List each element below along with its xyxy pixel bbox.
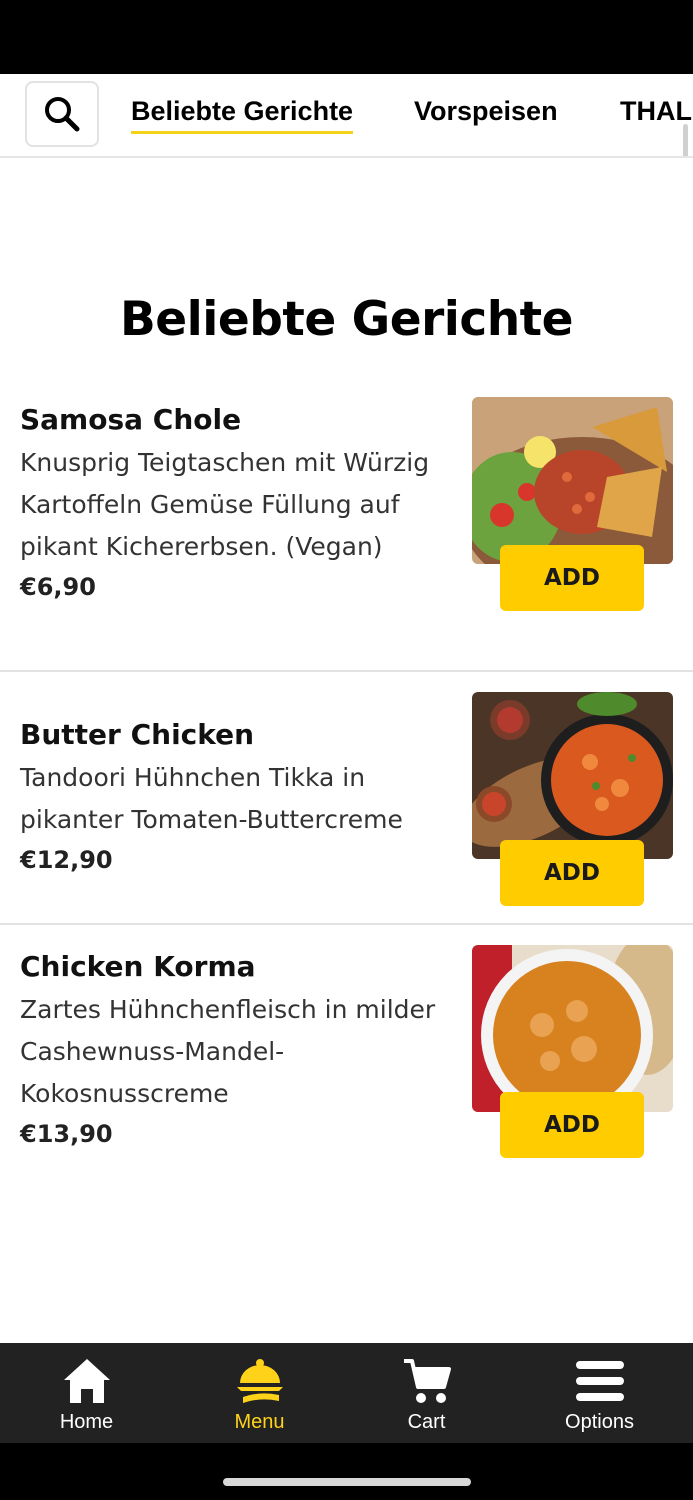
home-icon — [61, 1355, 113, 1407]
dish-image-butter-chicken — [472, 692, 673, 859]
bottom-navigation: Home Menu Cart Options — [0, 1343, 693, 1443]
item-description: Tandoori Hühnchen Tikka in pikanter Toma… — [20, 763, 403, 834]
menu-item-chicken-korma[interactable]: Chicken Korma Zartes Hühnchenfleisch in … — [0, 925, 693, 1185]
hamburger-icon — [574, 1355, 626, 1407]
status-bar — [0, 0, 693, 74]
cart-icon — [401, 1355, 453, 1407]
dish-image-chicken-korma — [472, 945, 673, 1112]
menu-cloche-icon — [234, 1355, 286, 1407]
home-indicator[interactable] — [223, 1478, 471, 1486]
nav-cart[interactable]: Cart — [340, 1343, 513, 1443]
item-name: Butter Chicken — [20, 718, 255, 751]
search-icon — [45, 97, 80, 132]
nav-menu[interactable]: Menu — [173, 1343, 346, 1443]
nav-label: Menu — [234, 1411, 285, 1433]
nav-label: Home — [59, 1411, 114, 1433]
section-title: Beliebte Gerichte — [119, 292, 574, 347]
tab-beliebte-gerichte[interactable]: Beliebte Gerichte — [131, 96, 354, 134]
item-name: Chicken Korma — [20, 950, 256, 983]
tab-vorspeisen[interactable]: Vorspeisen — [414, 96, 558, 127]
nav-home[interactable]: Home — [0, 1343, 173, 1443]
menu-item-butter-chicken[interactable]: Butter Chicken Tandoori Hühnchen Tikka i… — [0, 672, 693, 925]
nav-label: Options — [565, 1411, 634, 1433]
item-price: €13,90 — [20, 1120, 113, 1148]
item-price: €12,90 — [20, 846, 113, 874]
dish-image-samosa-chole — [472, 397, 673, 564]
item-description: Knusprig Teigtaschen mit Würzig Kartoffe… — [20, 448, 430, 561]
item-description: Zartes Hühnchenfleisch in milder Cashewn… — [20, 995, 436, 1108]
add-button[interactable]: ADD — [500, 840, 644, 906]
item-price: €6,90 — [20, 573, 96, 601]
system-gesture-area — [0, 1443, 693, 1500]
tab-thal[interactable]: THAL — [620, 96, 692, 127]
nav-label: Cart — [407, 1411, 446, 1433]
search-button[interactable] — [25, 81, 99, 147]
category-tab-bar: Beliebte Gerichte Vorspeisen THAL — [0, 74, 693, 158]
add-button[interactable]: ADD — [500, 1092, 644, 1158]
nav-options[interactable]: Options — [513, 1343, 686, 1443]
add-button[interactable]: ADD — [500, 545, 644, 611]
scrollbar-thumb[interactable] — [683, 124, 688, 156]
item-name: Samosa Chole — [20, 403, 242, 436]
menu-item-samosa-chole[interactable]: Samosa Chole Knusprig Teigtaschen mit Wü… — [0, 378, 693, 672]
